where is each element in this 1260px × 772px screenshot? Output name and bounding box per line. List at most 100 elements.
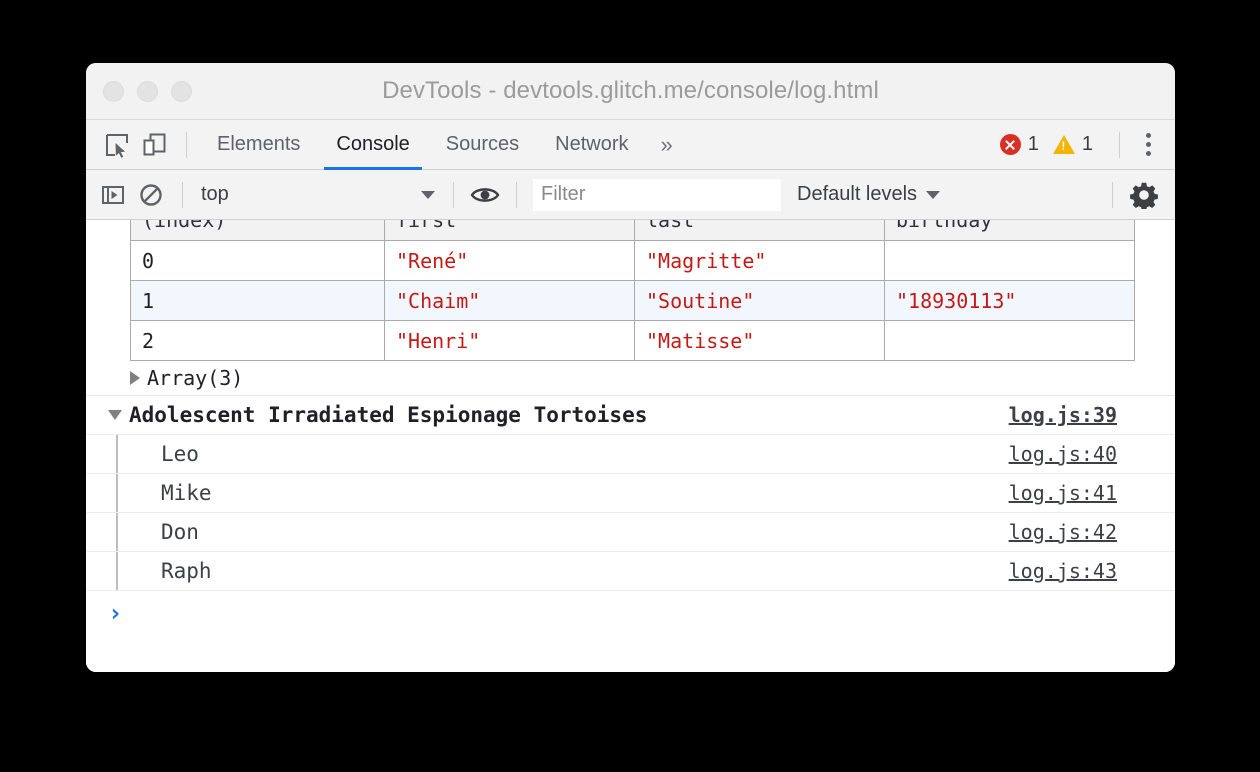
create-live-expression-eye-icon[interactable] [466,178,504,212]
warning-count-badge[interactable]: 1 [1053,133,1093,156]
column-header-first[interactable]: first [385,220,635,241]
console-prompt[interactable]: › [86,591,1175,635]
console-message-row[interactable]: Leo log.js:40 [86,435,1175,474]
console-message-text: Mike [161,481,212,505]
maximize-window-button[interactable] [171,81,192,102]
close-window-button[interactable] [103,81,124,102]
kebab-dot-3 [1146,151,1151,156]
array-preview-label: Array(3) [147,366,243,390]
console-toolbar-divider-2 [453,182,454,208]
console-table: (index) first last birthday 0 "René" "Ma… [130,220,1135,361]
console-toolbar-divider-3 [516,182,517,208]
cell-last: "Soutine" [635,281,885,321]
source-link[interactable]: log.js:39 [1009,403,1117,427]
tabbar-divider [186,132,187,158]
source-link[interactable]: log.js:40 [1009,442,1117,466]
minimize-window-button[interactable] [137,81,158,102]
source-link[interactable]: log.js:42 [1009,520,1117,544]
double-chevron-right-icon: » [661,132,673,158]
source-link[interactable]: log.js:41 [1009,481,1117,505]
cell-birthday: "18930113" [885,281,1135,321]
tab-network[interactable]: Network [537,120,646,170]
console-toolbar: top Default levels [86,170,1175,220]
cell-last: "Magritte" [635,241,885,281]
cell-first: "Chaim" [385,281,635,321]
tabbar-right-divider [1119,132,1120,158]
group-indent-line [116,552,118,590]
column-header-last[interactable]: last [635,220,885,241]
array-preview-row[interactable]: Array(3) [86,361,1175,396]
tab-sources[interactable]: Sources [428,120,537,170]
clear-console-icon[interactable] [132,178,170,212]
table-row[interactable]: 1 "Chaim" "Soutine" "18930113" [131,281,1135,321]
table-header-row: (index) first last birthday [131,220,1135,241]
column-header-birthday[interactable]: birthday [885,220,1135,241]
table-row[interactable]: 2 "Henri" "Matisse" [131,321,1135,361]
tabbar-status-area: 1 1 [1000,132,1175,158]
show-console-sidebar-icon[interactable] [94,178,132,212]
kebab-dot-2 [1146,142,1151,147]
screenshot-root: DevTools - devtools.glitch.me/console/lo… [0,0,1260,772]
log-levels-dropdown[interactable]: Default levels [797,183,940,206]
column-header-index[interactable]: (index) [131,220,385,241]
javascript-context-dropdown[interactable]: top [195,183,441,206]
tab-elements[interactable]: Elements [199,120,318,170]
collapse-triangle-down-icon[interactable] [108,410,122,420]
traffic-light-group [86,81,192,102]
table-row[interactable]: 0 "René" "Magritte" [131,241,1135,281]
error-icon [1000,134,1021,155]
console-message-text: Don [161,520,199,544]
console-message-row[interactable]: Raph log.js:43 [86,552,1175,591]
chevron-down-icon [926,191,940,199]
console-message-row[interactable]: Mike log.js:41 [86,474,1175,513]
warning-icon [1053,135,1075,154]
window-title: DevTools - devtools.glitch.me/console/lo… [86,77,1175,105]
console-group-title: Adolescent Irradiated Espionage Tortoise… [129,403,647,427]
window-titlebar: DevTools - devtools.glitch.me/console/lo… [86,63,1175,120]
source-link[interactable]: log.js:43 [1009,559,1117,583]
error-count-badge[interactable]: 1 [1000,133,1039,156]
chevron-down-icon [421,191,435,199]
console-message-text: Raph [161,559,212,583]
console-message-text: Leo [161,442,199,466]
group-indent-line [116,435,118,473]
cell-first: "René" [385,241,635,281]
cell-last: "Matisse" [635,321,885,361]
tab-network-label: Network [555,133,628,156]
console-toolbar-divider-4 [1112,182,1113,208]
cell-index: 2 [131,321,385,361]
cell-index: 1 [131,281,385,321]
devtools-tabbar: Elements Console Sources Network » [86,120,1175,170]
console-table-head: (index) first last birthday [131,220,1135,241]
log-levels-label: Default levels [797,183,917,206]
prompt-caret-icon: › [108,599,122,627]
tab-sources-label: Sources [446,133,519,156]
panel-tabs: Elements Console Sources Network » [199,120,687,170]
group-indent-line [116,474,118,512]
context-value-label: top [201,183,229,206]
filter-input[interactable] [533,179,781,211]
gear-icon[interactable] [1125,178,1163,212]
console-message-row[interactable]: Don log.js:42 [86,513,1175,552]
cell-birthday [885,321,1135,361]
kebab-dot-1 [1146,133,1151,138]
console-group-header[interactable]: Adolescent Irradiated Espionage Tortoise… [86,396,1175,435]
device-toolbar-icon[interactable] [136,128,174,162]
cell-first: "Henri" [385,321,635,361]
console-table-message: (index) first last birthday 0 "René" "Ma… [86,220,1175,361]
console-table-body: 0 "René" "Magritte" 1 "Chaim" "Soutine" … [131,241,1135,361]
expand-triangle-right-icon[interactable] [130,371,140,385]
tab-console[interactable]: Console [318,120,427,170]
devtools-window: DevTools - devtools.glitch.me/console/lo… [86,63,1175,672]
console-message-list[interactable]: (index) first last birthday 0 "René" "Ma… [86,220,1175,672]
cell-index: 0 [131,241,385,281]
console-toolbar-divider-1 [182,182,183,208]
group-indent-line [116,513,118,551]
inspect-cursor-icon[interactable] [98,128,136,162]
more-tabs-button[interactable]: » [647,120,687,170]
error-count-label: 1 [1028,133,1039,156]
cell-birthday [885,241,1135,281]
tab-console-label: Console [336,133,409,156]
kebab-menu-icon[interactable] [1132,133,1165,156]
warning-count-label: 1 [1082,133,1093,156]
